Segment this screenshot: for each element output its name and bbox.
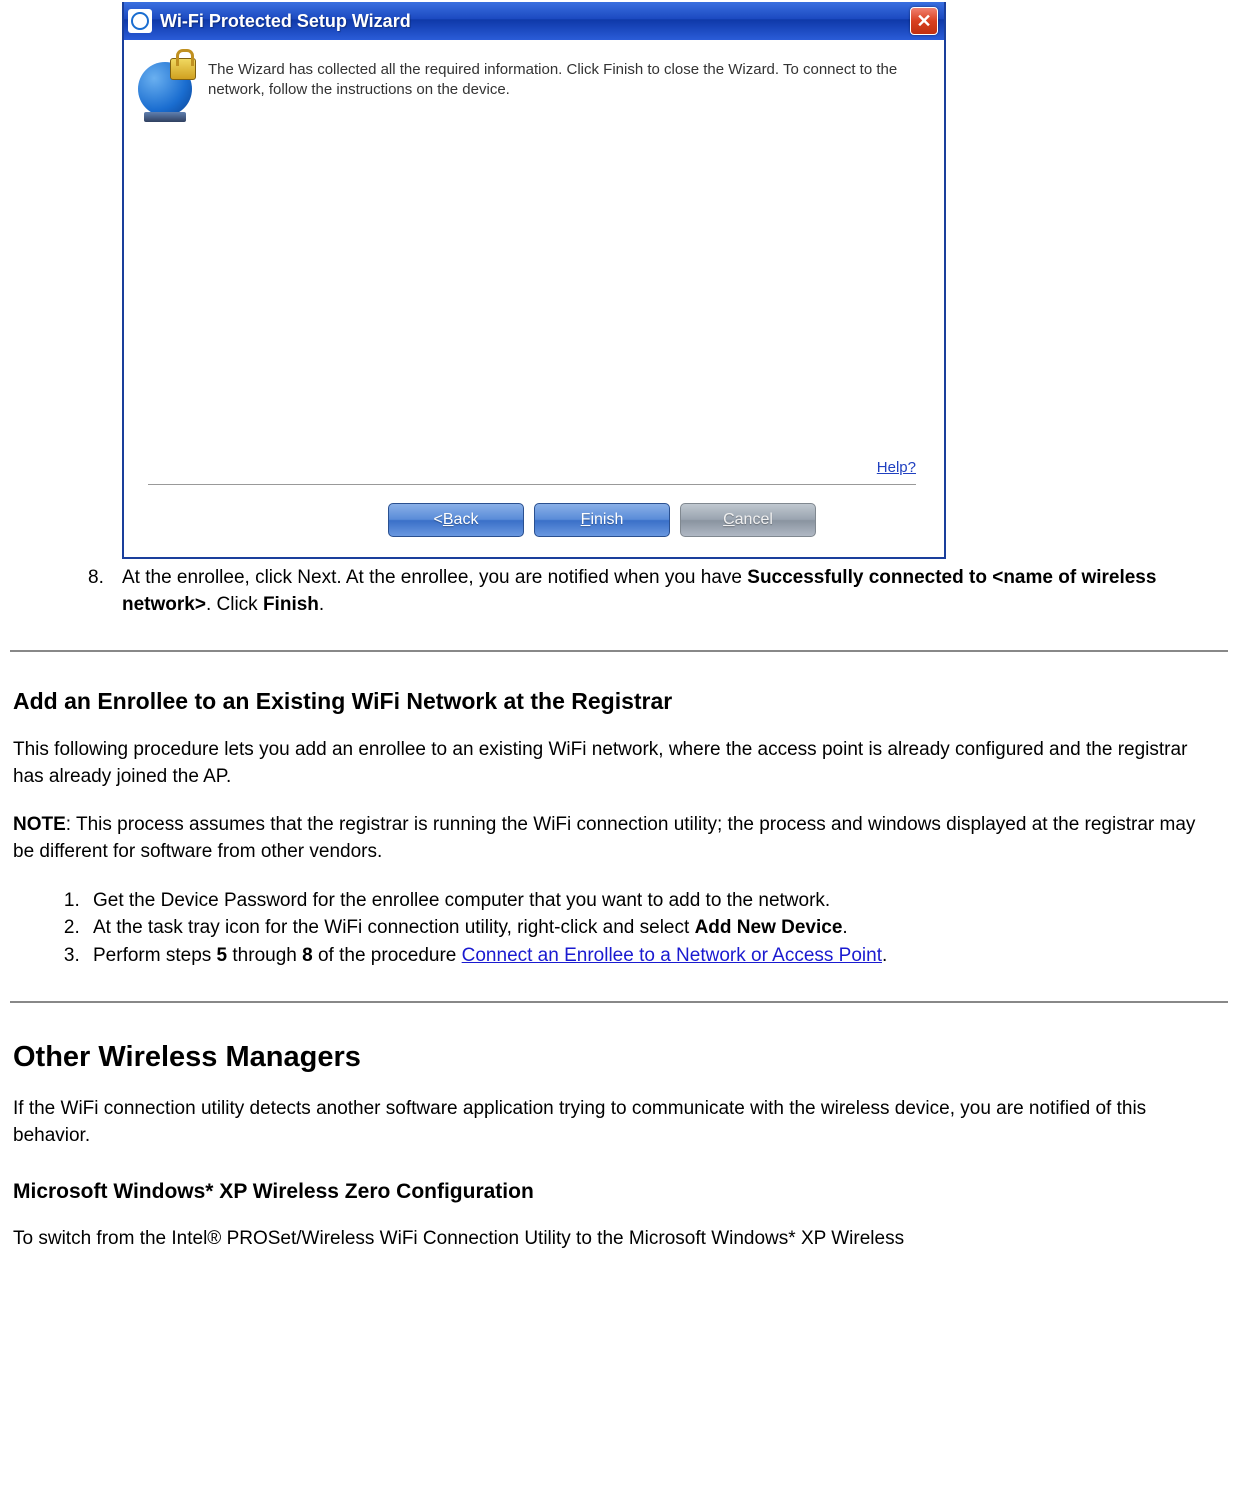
section-divider — [10, 650, 1228, 652]
li1-text: Get the Device Password for the enrollee… — [93, 890, 830, 911]
titlebar: Wi-Fi Protected Setup Wizard ✕ — [124, 2, 944, 40]
button-row: < Back Finish Cancel — [138, 485, 926, 557]
section-divider — [10, 1001, 1228, 1003]
li2-bold: Add New Device — [695, 917, 843, 938]
section-heading-other-managers: Other Wireless Managers — [13, 1041, 1225, 1074]
paragraph: If the WiFi connection utility detects a… — [13, 1096, 1218, 1149]
subheading-wzc: Microsoft Windows* XP Wireless Zero Conf… — [13, 1180, 1225, 1204]
note-text: : This process assumes that the registra… — [13, 814, 1195, 862]
step8-text-c: . — [319, 594, 324, 615]
note-label: NOTE — [13, 814, 66, 835]
back-button-rest: ack — [454, 511, 479, 529]
li3-text-c: . — [882, 945, 887, 966]
li3-mid: through — [227, 945, 302, 966]
paragraph: This following procedure lets you add an… — [13, 737, 1218, 790]
wifi-setup-icon — [128, 9, 152, 33]
list-item: Get the Device Password for the enrollee… — [85, 888, 1228, 915]
back-button-hotkey: B — [443, 511, 454, 529]
procedure-list: Get the Device Password for the enrollee… — [10, 888, 1228, 970]
li2-text-b: . — [842, 917, 847, 938]
back-button-prefix: < — [434, 511, 443, 529]
section-heading-add-enrollee: Add an Enrollee to an Existing WiFi Netw… — [13, 688, 1225, 715]
cancel-button-hotkey: C — [723, 511, 735, 529]
connect-enrollee-link[interactable]: Connect an Enrollee to a Network or Acce… — [462, 945, 882, 966]
list-item: At the enrollee, click Next. At the enro… — [122, 565, 1228, 618]
step8-text-a: At the enrollee, click Next. At the enro… — [122, 567, 747, 588]
finish-button[interactable]: Finish — [534, 503, 670, 537]
wizard-body: The Wizard has collected all the require… — [124, 40, 944, 557]
help-link[interactable]: Help? — [877, 459, 916, 476]
cancel-button-rest: ancel — [735, 511, 773, 529]
li3-text-b: of the procedure — [313, 945, 462, 966]
list-item: Perform steps 5 through 8 of the procedu… — [85, 943, 1228, 970]
step-list-8: At the enrollee, click Next. At the enro… — [10, 565, 1228, 618]
list-item: At the task tray icon for the WiFi conne… — [85, 915, 1228, 942]
wizard-window: Wi-Fi Protected Setup Wizard ✕ The Wizar… — [122, 2, 946, 559]
note-paragraph: NOTE: This process assumes that the regi… — [13, 812, 1218, 865]
paragraph: To switch from the Intel® PROSet/Wireles… — [13, 1226, 1218, 1253]
li3-bold1: 5 — [217, 945, 228, 966]
step8-text-b: . Click — [206, 594, 263, 615]
back-button[interactable]: < Back — [388, 503, 524, 537]
cancel-button: Cancel — [680, 503, 816, 537]
close-icon: ✕ — [916, 11, 931, 32]
li3-text-a: Perform steps — [93, 945, 217, 966]
close-button[interactable]: ✕ — [910, 7, 938, 35]
step8-bold-b: Finish — [263, 594, 319, 615]
li2-text-a: At the task tray icon for the WiFi conne… — [93, 917, 695, 938]
finish-button-hotkey: F — [581, 511, 591, 529]
finish-button-rest: inish — [590, 511, 623, 529]
wifi-lock-icon — [138, 62, 194, 118]
wizard-info-text: The Wizard has collected all the require… — [208, 58, 926, 101]
window-title: Wi-Fi Protected Setup Wizard — [160, 11, 910, 32]
li3-bold2: 8 — [302, 945, 313, 966]
